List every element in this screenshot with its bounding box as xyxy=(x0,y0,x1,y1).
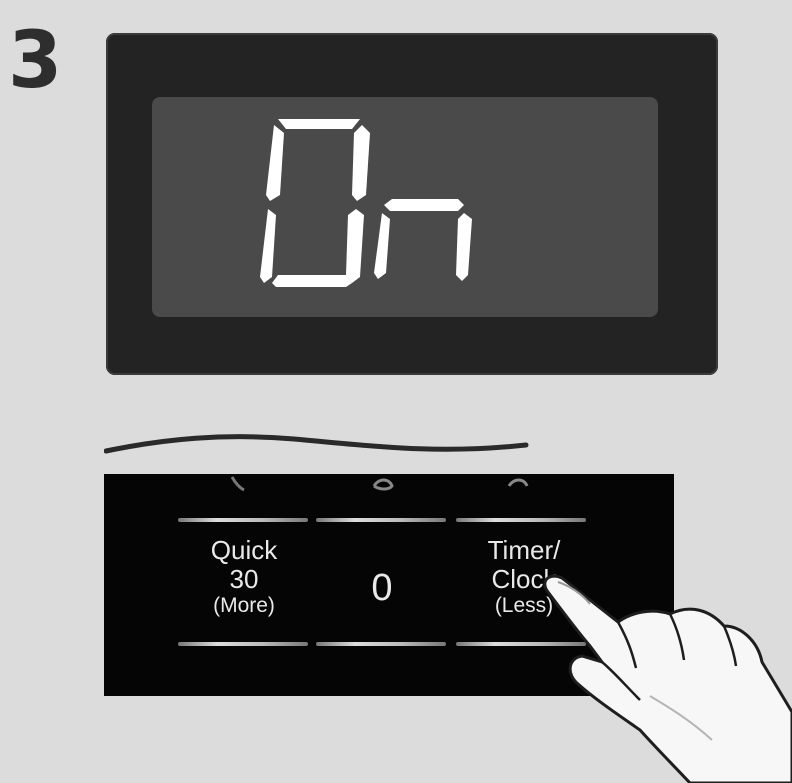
pointing-hand-icon xyxy=(543,574,792,783)
